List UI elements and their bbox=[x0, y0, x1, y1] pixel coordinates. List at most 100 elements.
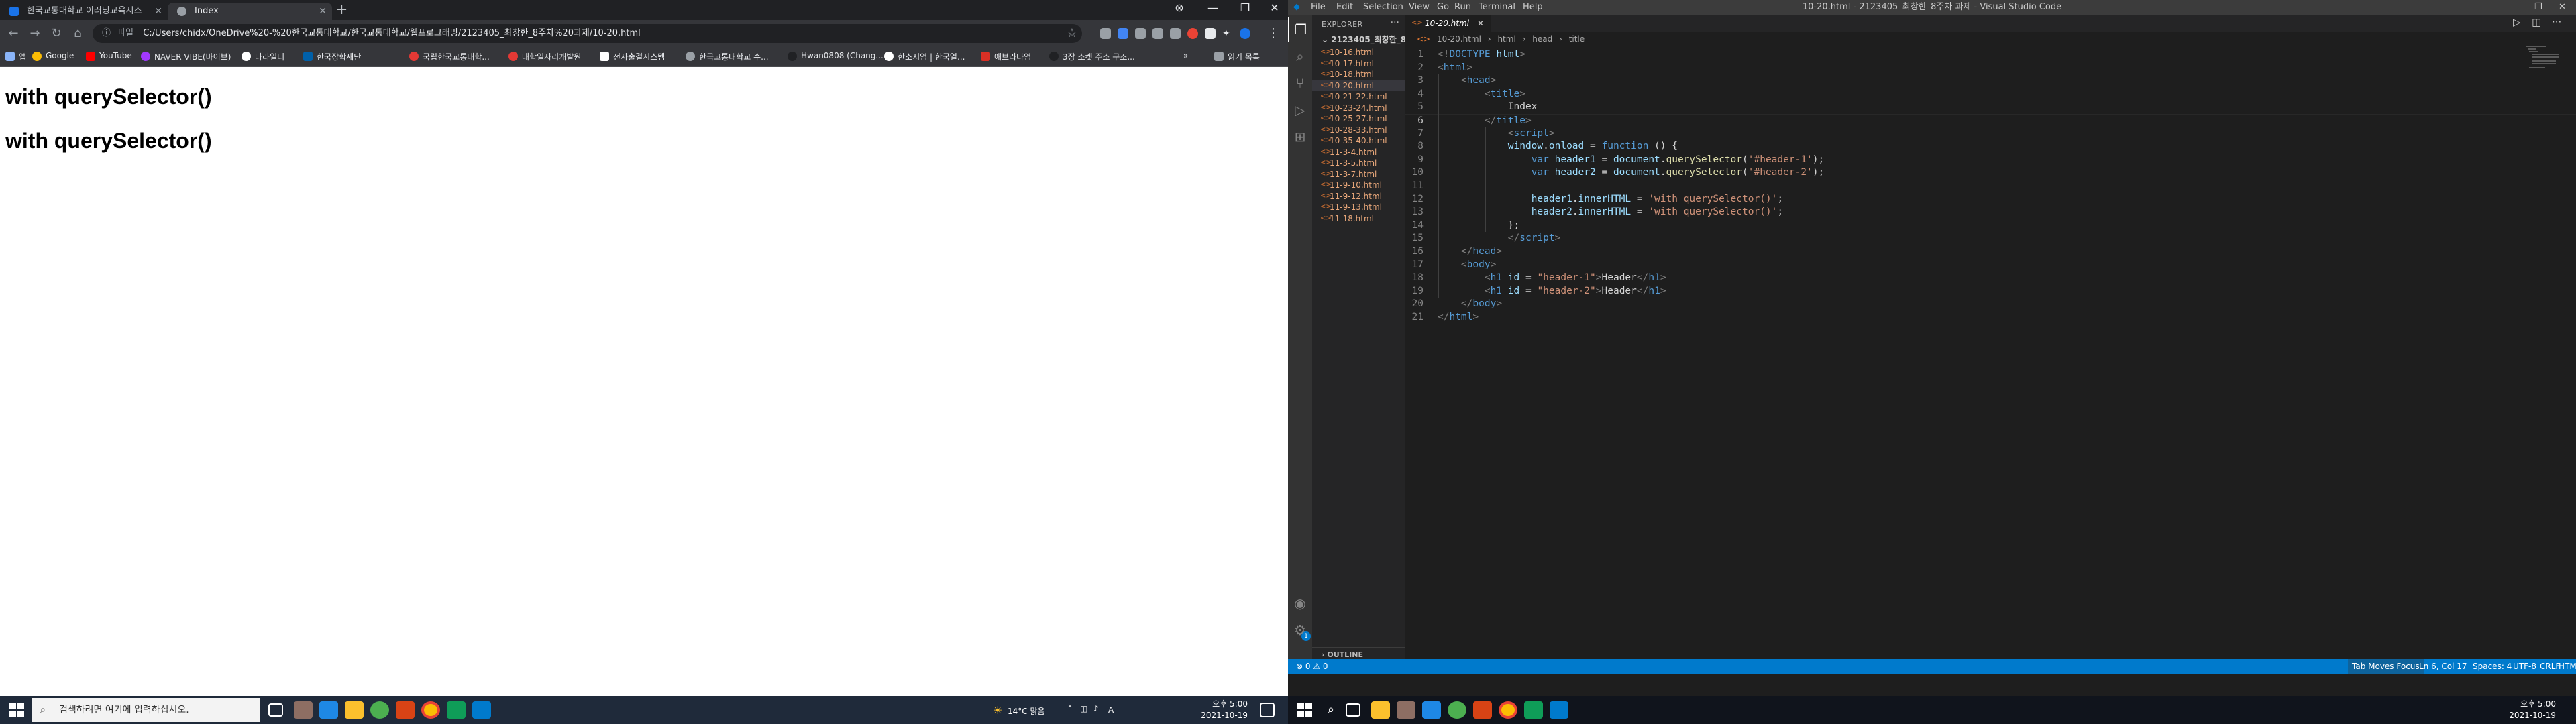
close-tab-icon[interactable]: ✕ bbox=[319, 3, 327, 20]
bookmark-item[interactable]: Hwan0808 (Chang... bbox=[788, 51, 883, 61]
explorer-file-item[interactable]: <> 11-3-4.html bbox=[1312, 147, 1405, 158]
app-icon[interactable] bbox=[447, 701, 466, 719]
bookmark-item[interactable]: 대학일자리개발원 bbox=[508, 51, 581, 62]
code-line[interactable]: 8 window.onload = function () { bbox=[1405, 140, 2576, 154]
explorer-files-icon[interactable]: ❐ bbox=[1288, 17, 1312, 42]
chrome-tab-active[interactable]: Index ✕ bbox=[168, 3, 332, 20]
chrome-icon[interactable] bbox=[1499, 701, 1517, 719]
notification-center-icon[interactable] bbox=[1260, 703, 1275, 717]
new-tab-plus-icon[interactable]: + bbox=[335, 1, 347, 18]
menu-go[interactable]: Go bbox=[1437, 0, 1449, 15]
bookmark-item[interactable]: 한국장학재단 bbox=[303, 51, 361, 62]
code-line[interactable]: 11 bbox=[1405, 180, 2576, 193]
tray-chevron-icon[interactable]: ⌃ bbox=[1067, 704, 1073, 713]
network-icon[interactable]: ◫ bbox=[1080, 704, 1087, 713]
app-icon[interactable] bbox=[1524, 701, 1543, 719]
close-window-icon[interactable]: ✕ bbox=[2559, 0, 2566, 15]
profile-avatar[interactable] bbox=[1240, 28, 1250, 39]
bookmark-item[interactable]: 애브라타엄 bbox=[981, 51, 1031, 62]
explorer-file-item[interactable]: <> 10-16.html bbox=[1312, 47, 1405, 58]
mail-icon[interactable] bbox=[1422, 701, 1441, 719]
menu-run[interactable]: Run bbox=[1454, 0, 1471, 15]
menu-help[interactable]: Help bbox=[1523, 0, 1543, 15]
cursor-position[interactable]: Ln 6, Col 17 bbox=[2419, 659, 2467, 674]
split-editor-icon[interactable]: ◫ bbox=[2532, 16, 2541, 28]
chrome-menu-icon[interactable]: ⋮ bbox=[1265, 25, 1281, 42]
code-line[interactable]: 15 </script> bbox=[1405, 232, 2576, 245]
extension-icon[interactable] bbox=[1152, 28, 1163, 39]
app-icon[interactable] bbox=[370, 701, 389, 719]
windows-start-icon[interactable] bbox=[1297, 703, 1312, 717]
explorer-file-item[interactable]: <> 10-35-40.html bbox=[1312, 135, 1405, 147]
minimize-icon[interactable]: — bbox=[2509, 0, 2518, 15]
code-line[interactable]: 14 }; bbox=[1405, 219, 2576, 233]
encoding[interactable]: UTF-8 bbox=[2513, 659, 2536, 674]
code-line[interactable]: 7 <script> bbox=[1405, 127, 2576, 141]
breadcrumb-title[interactable]: title bbox=[1569, 34, 1585, 44]
editor-tab-active[interactable]: <> 10-20.html ✕ bbox=[1405, 15, 1491, 32]
menu-edit[interactable]: Edit bbox=[1336, 0, 1353, 15]
code-line[interactable]: 6 </title> bbox=[1405, 114, 2576, 127]
explorer-file-item[interactable]: <> 10-17.html bbox=[1312, 58, 1405, 70]
extensions-puzzle-icon[interactable]: ✦ bbox=[1222, 28, 1233, 39]
explorer-file-item[interactable]: <> 10-21-22.html bbox=[1312, 91, 1405, 103]
input-language-indicator[interactable]: A bbox=[1108, 705, 1114, 715]
bookmark-item[interactable]: Google bbox=[32, 51, 74, 61]
file-explorer-icon[interactable] bbox=[1371, 701, 1390, 719]
reload-icon[interactable]: ↻ bbox=[48, 25, 64, 42]
extension-icon[interactable] bbox=[1135, 28, 1146, 39]
bookmark-item[interactable]: YouTube bbox=[86, 51, 132, 61]
breadcrumb-html[interactable]: html bbox=[1497, 34, 1515, 44]
address-bar[interactable]: ⓘ 파일 C:/Users/chidx/OneDrive%20-%20한국교통대… bbox=[93, 24, 1082, 43]
tab-moves-focus[interactable]: Tab Moves Focus bbox=[2348, 659, 2424, 674]
vscode-icon[interactable] bbox=[1550, 701, 1568, 719]
explorer-file-item[interactable]: <> 11-18.html bbox=[1312, 213, 1405, 225]
explorer-file-item[interactable]: <> 10-28-33.html bbox=[1312, 125, 1405, 136]
store-bag-icon[interactable] bbox=[1397, 701, 1415, 719]
bookmark-item[interactable]: 한국교통대학교 수... bbox=[686, 51, 769, 62]
accounts-icon[interactable]: ◉ bbox=[1288, 591, 1312, 615]
menu-view[interactable]: View bbox=[1409, 0, 1430, 15]
bookmark-star-icon[interactable]: ☆ bbox=[1064, 25, 1080, 42]
indentation[interactable]: Spaces: 4 bbox=[2473, 659, 2512, 674]
windows-start-icon[interactable] bbox=[9, 703, 24, 717]
code-line[interactable]: 18 <h1 id = "header-1">Header</h1> bbox=[1405, 272, 2576, 285]
line-ending[interactable]: CRLF bbox=[2540, 659, 2560, 674]
code-line[interactable]: 1 <!DOCTYPE html> bbox=[1405, 48, 2576, 62]
close-panel-icon[interactable]: ⊗ bbox=[1169, 1, 1190, 14]
home-icon[interactable]: ⌂ bbox=[70, 25, 86, 42]
code-line[interactable]: 4 <title> bbox=[1405, 88, 2576, 101]
extension-icon[interactable] bbox=[1100, 28, 1111, 39]
explorer-file-item[interactable]: <> 11-3-7.html bbox=[1312, 169, 1405, 180]
extension-icon[interactable] bbox=[1118, 28, 1128, 39]
menu-selection[interactable]: Selection bbox=[1363, 0, 1403, 15]
explorer-file-item[interactable]: <> 10-23-24.html bbox=[1312, 103, 1405, 114]
explorer-file-item[interactable]: <> 10-20.html bbox=[1312, 80, 1405, 91]
explorer-file-item[interactable]: <> 11-9-12.html bbox=[1312, 191, 1405, 202]
explorer-file-item[interactable]: <> 11-9-10.html bbox=[1312, 180, 1405, 191]
close-window-icon[interactable]: ✕ bbox=[1264, 1, 1285, 14]
back-arrow-icon[interactable]: ← bbox=[5, 25, 21, 42]
code-line[interactable]: 5 Index bbox=[1405, 101, 2576, 114]
volume-icon[interactable]: ♪ bbox=[1093, 704, 1099, 713]
reading-list-button[interactable]: 읽기 목록 bbox=[1214, 51, 1260, 62]
bookmark-item[interactable]: NAVER VIBE(바이브) bbox=[141, 51, 231, 62]
more-actions-icon[interactable]: ··· bbox=[1391, 17, 1399, 28]
menu-terminal[interactable]: Terminal bbox=[1479, 0, 1515, 15]
chrome-icon[interactable] bbox=[421, 701, 440, 719]
extension-icon[interactable] bbox=[1187, 28, 1198, 39]
office-icon[interactable] bbox=[1473, 701, 1492, 719]
restore-icon[interactable]: ❐ bbox=[2534, 0, 2542, 15]
code-line[interactable]: 19 <h1 id = "header-2">Header</h1> bbox=[1405, 285, 2576, 298]
more-bookmarks-chevron-icon[interactable]: » bbox=[1170, 51, 1188, 60]
search-icon[interactable]: ⌕ bbox=[1322, 701, 1340, 719]
task-view-icon[interactable] bbox=[268, 703, 283, 717]
mail-icon[interactable] bbox=[319, 701, 338, 719]
maximize-icon[interactable]: ❐ bbox=[1234, 1, 1256, 14]
explorer-file-item[interactable]: <> 11-3-5.html bbox=[1312, 158, 1405, 169]
explorer-file-item[interactable]: <> 10-25-27.html bbox=[1312, 113, 1405, 125]
code-line[interactable]: 20 </body> bbox=[1405, 298, 2576, 311]
bookmark-item[interactable]: 앱 bbox=[5, 51, 26, 62]
forward-arrow-icon[interactable]: → bbox=[27, 25, 43, 42]
extension-icon[interactable] bbox=[1170, 28, 1181, 39]
